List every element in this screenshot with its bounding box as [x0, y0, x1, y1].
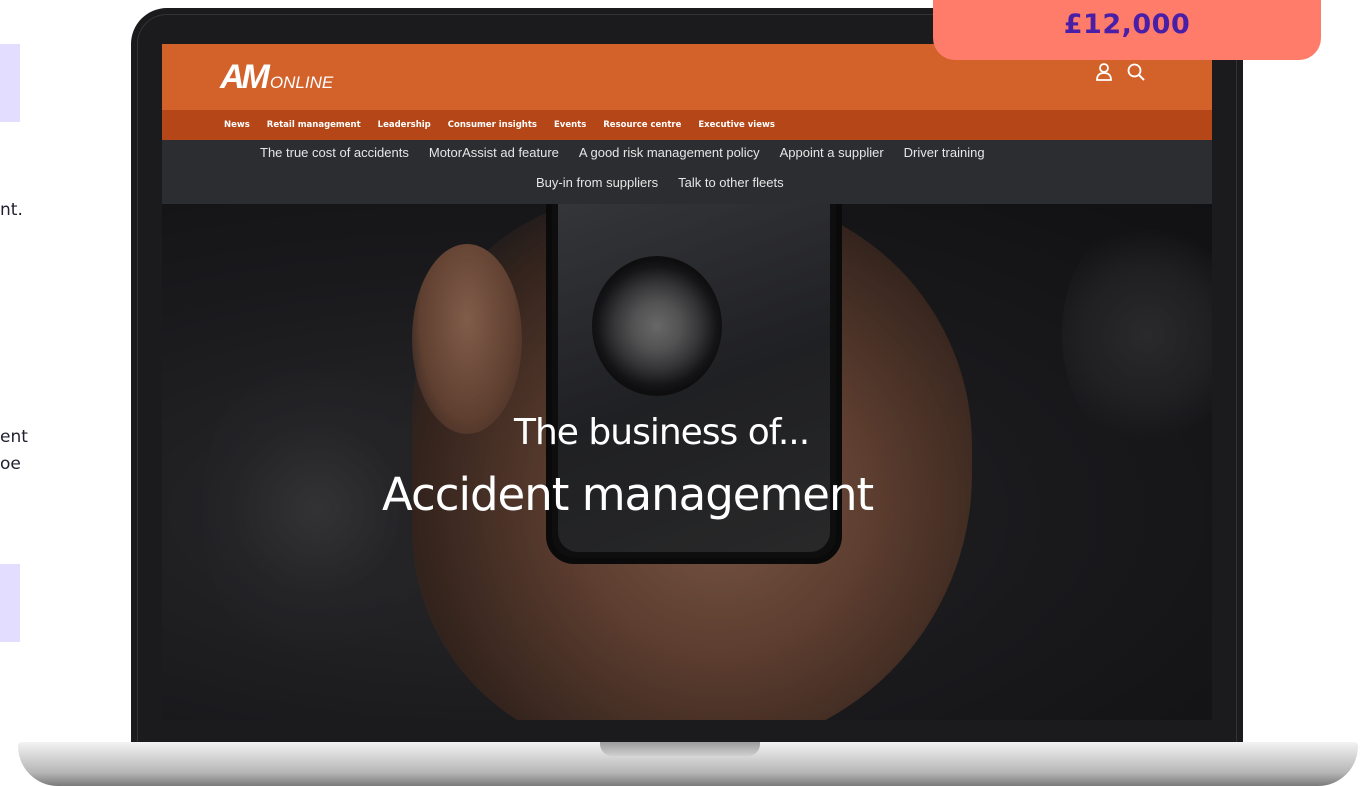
laptop-notch	[600, 742, 760, 756]
sub-nav-driver-training[interactable]: Driver training	[904, 145, 985, 160]
logo-online: ONLINE	[269, 73, 334, 92]
price-badge: £12,000	[933, 0, 1321, 60]
am-online-logo[interactable]: AM ONLINE	[220, 58, 333, 97]
sub-nav-motorassist[interactable]: MotorAssist ad feature	[429, 145, 559, 160]
primary-nav: News Retail management Leadership Consum…	[162, 110, 1212, 140]
nav-item-retail-management[interactable]: Retail management	[267, 120, 361, 130]
nav-item-consumer-insights[interactable]: Consumer insights	[448, 120, 537, 130]
price-value: £12,000	[1063, 8, 1191, 40]
hero-banner: The business of... Accident management	[162, 204, 1212, 720]
search-icon[interactable]	[1126, 62, 1146, 82]
nav-item-executive-views[interactable]: Executive views	[698, 120, 775, 130]
sub-nav-other-fleets[interactable]: Talk to other fleets	[678, 175, 784, 190]
hero-title: Accident management	[382, 468, 874, 521]
nav-item-events[interactable]: Events	[554, 120, 586, 130]
hero-overlay	[162, 204, 1212, 720]
sub-nav-risk-policy[interactable]: A good risk management policy	[579, 145, 760, 160]
sub-nav-row: Buy-in from suppliers Talk to other flee…	[162, 175, 1212, 190]
nav-item-news[interactable]: News	[224, 120, 250, 130]
sub-nav-row: The true cost of accidents MotorAssist a…	[162, 145, 1212, 160]
user-icon[interactable]	[1094, 62, 1114, 82]
left-card-bottom	[0, 564, 20, 642]
logo-am: AM	[220, 58, 270, 96]
left-text-line: ent	[0, 427, 28, 447]
left-text-line: nt.	[0, 200, 23, 220]
hero-subtitle: The business of...	[514, 412, 810, 453]
laptop-screen: AM ONLINE News Retail management Leaders…	[162, 44, 1212, 720]
left-card-top	[0, 44, 20, 122]
sub-nav-appoint-supplier[interactable]: Appoint a supplier	[780, 145, 884, 160]
sub-nav-buy-in[interactable]: Buy-in from suppliers	[536, 175, 658, 190]
sub-nav: The true cost of accidents MotorAssist a…	[162, 140, 1212, 204]
header-icons	[1094, 62, 1146, 82]
sub-nav-true-cost[interactable]: The true cost of accidents	[260, 145, 409, 160]
page: nt. ent oe AM ONLINE News Retail managem…	[0, 0, 1365, 786]
nav-item-resource-centre[interactable]: Resource centre	[603, 120, 681, 130]
nav-item-leadership[interactable]: Leadership	[378, 120, 431, 130]
left-text-line: oe	[0, 454, 21, 474]
